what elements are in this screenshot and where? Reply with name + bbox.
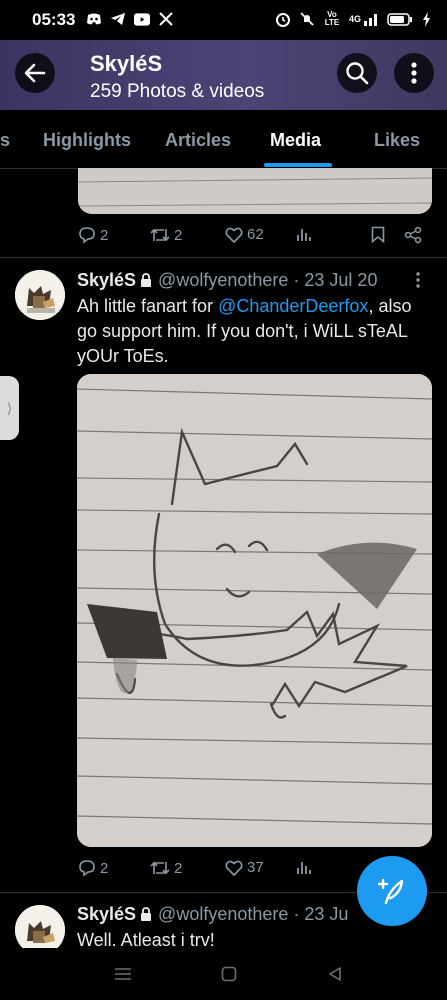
- more-vertical-icon: [411, 62, 417, 84]
- profile-name: SkyléS: [90, 51, 163, 76]
- reply-button[interactable]: 2: [78, 859, 108, 877]
- mention-link[interactable]: @ChanderDeerfox: [218, 296, 368, 316]
- tab-highlights[interactable]: Highlights: [43, 130, 131, 151]
- lock-icon: [141, 272, 152, 287]
- repost-count: 2: [174, 859, 183, 877]
- views-icon: [297, 862, 311, 874]
- mute-icon: [299, 11, 315, 27]
- views-button[interactable]: [296, 859, 312, 875]
- tweet-author-name[interactable]: SkyléS: [77, 270, 136, 290]
- repost-button[interactable]: 2: [150, 226, 182, 244]
- views-icon: [297, 229, 311, 241]
- side-panel-handle[interactable]: ⟩: [0, 376, 19, 440]
- volte-icon: Vo LTE: [324, 10, 340, 27]
- compose-button[interactable]: [357, 856, 427, 926]
- search-button[interactable]: [337, 53, 377, 93]
- active-tab-indicator: [264, 163, 332, 167]
- back-triangle-icon: [329, 967, 341, 981]
- repost-icon: [150, 228, 170, 242]
- profile-tabs: s Highlights Articles Media Likes: [0, 110, 447, 169]
- more-button[interactable]: [394, 53, 434, 93]
- youtube-icon: [134, 11, 150, 27]
- search-icon: [346, 62, 369, 85]
- x-icon: [158, 11, 174, 27]
- bookmark-icon: [371, 226, 385, 243]
- system-nav-bar: [0, 948, 447, 1000]
- tweet-text: Ah little fanart for @ChanderDeerfox, al…: [77, 296, 412, 366]
- menu-icon: [115, 968, 131, 980]
- compose-feather-icon: [377, 878, 404, 905]
- reply-icon: [79, 227, 95, 244]
- views-button[interactable]: [296, 226, 312, 242]
- tab-likes[interactable]: Likes: [374, 130, 420, 151]
- tweet-date: · 23 Ju: [293, 904, 349, 924]
- tab-partial[interactable]: s: [0, 130, 10, 151]
- like-count: 37: [247, 859, 264, 876]
- lock-icon: [141, 906, 152, 921]
- tweet-handle[interactable]: @wolfyenothere: [158, 904, 288, 924]
- heart-icon: [225, 860, 243, 876]
- post-divider: [0, 257, 447, 258]
- tweet-text: Well. Atleast i trv!: [77, 930, 215, 948]
- reply-count: 2: [100, 859, 109, 877]
- tweet-more-button[interactable]: [416, 272, 420, 293]
- share-icon: [404, 226, 422, 244]
- home-square-icon: [221, 966, 237, 982]
- chevron-right-icon: ⟩: [6, 399, 13, 416]
- status-bar: 05:33 Vo LTE 4G: [0, 0, 447, 40]
- tweet-author-name[interactable]: SkyléS: [77, 904, 136, 924]
- charging-icon: [421, 11, 431, 27]
- recents-button[interactable]: [111, 962, 135, 986]
- bookmark-button[interactable]: [371, 226, 385, 243]
- discord-icon: [86, 11, 102, 27]
- repost-count: 2: [174, 226, 183, 244]
- alarm-icon: [275, 11, 291, 27]
- media-count: 259 Photos & videos: [90, 81, 265, 102]
- signal-icon: 4G: [349, 11, 379, 27]
- more-vertical-icon: [416, 272, 420, 288]
- previous-post-image[interactable]: [78, 168, 432, 214]
- tweet-header: SkyléS @wolfyenothere · 23 Ju: [77, 904, 348, 925]
- share-button[interactable]: [404, 226, 422, 244]
- repost-button[interactable]: 2: [150, 859, 182, 877]
- tweet-date: · 23 Jul 20: [293, 270, 378, 290]
- telegram-icon: [110, 11, 126, 27]
- tab-media[interactable]: Media: [270, 130, 321, 151]
- heart-icon: [225, 227, 243, 243]
- battery-icon: [387, 11, 413, 27]
- repost-icon: [150, 861, 170, 875]
- status-time: 05:33: [32, 10, 76, 29]
- system-back-button[interactable]: [323, 962, 347, 986]
- tweet-image[interactable]: [77, 374, 432, 847]
- tweet-handle[interactable]: @wolfyenothere: [158, 270, 288, 290]
- like-button[interactable]: 62: [225, 226, 264, 243]
- tab-articles[interactable]: Articles: [165, 130, 231, 151]
- like-button[interactable]: 37: [225, 859, 264, 876]
- back-arrow-icon: [24, 63, 46, 83]
- home-button[interactable]: [217, 962, 241, 986]
- back-button[interactable]: [15, 53, 55, 93]
- like-count: 62: [247, 226, 264, 243]
- profile-header: SkyléS 259 Photos & videos: [0, 40, 447, 110]
- reply-count: 2: [100, 226, 109, 244]
- reply-button[interactable]: 2: [78, 226, 108, 244]
- avatar[interactable]: [15, 270, 65, 320]
- reply-icon: [79, 860, 95, 877]
- tweet-header: SkyléS @wolfyenothere · 23 Jul 20: [77, 270, 377, 291]
- previous-post-actions: 2 2 62: [78, 226, 428, 250]
